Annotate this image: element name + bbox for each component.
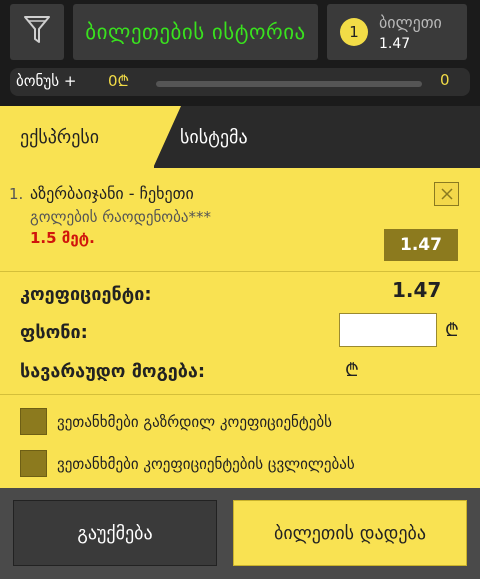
win-currency-icon: ₾ xyxy=(345,360,359,381)
ticket-value: 1.47 xyxy=(379,36,411,52)
divider xyxy=(0,271,480,272)
accept-higher-odds-label: ვეთანხმები გაზრდილ კოეფიციენტებს xyxy=(57,412,332,431)
accept-odds-change-label: ვეთანხმები კოეფიციენტების ცვლილებას xyxy=(57,454,355,473)
stake-currency-icon: ₾ xyxy=(445,320,459,341)
bet-pick: 1.5 მეტ. xyxy=(30,229,95,247)
bonus-label: ბონუს + xyxy=(16,72,77,90)
total-odds-label: კოეფიციენტი: xyxy=(20,284,152,305)
divider xyxy=(0,394,480,395)
ticket-label: ბილეთი xyxy=(379,13,442,32)
bet-market: გოლების რაოდენობა*** xyxy=(30,208,211,226)
bet-type-tabs: ექსპრესი სისტემა xyxy=(0,106,480,168)
bet-number: 1. xyxy=(9,185,24,203)
filter-icon xyxy=(23,14,51,50)
total-odds-value: 1.47 xyxy=(392,278,442,302)
stake-label: ფსონი: xyxy=(20,322,88,343)
accept-higher-odds-checkbox[interactable] xyxy=(20,408,47,435)
close-icon xyxy=(440,185,453,204)
ticket-history-button[interactable]: ბილეთების ისტორია xyxy=(73,4,318,60)
footer-actions: გაუქმება ბილეთის დადება xyxy=(0,488,480,579)
bonus-count: 0 xyxy=(440,71,450,89)
tab-system[interactable]: სისტემა xyxy=(180,106,248,168)
cancel-button[interactable]: გაუქმება xyxy=(13,500,217,566)
place-bet-button[interactable]: ბილეთის დადება xyxy=(233,500,467,566)
remove-bet-button[interactable] xyxy=(434,182,459,206)
accept-higher-odds-option[interactable]: ვეთანხმები გაზრდილ კოეფიციენტებს xyxy=(20,408,332,435)
tab-express[interactable]: ექსპრესი xyxy=(0,106,154,168)
bonus-progress-track xyxy=(156,81,422,87)
accept-odds-change-checkbox[interactable] xyxy=(20,450,47,477)
bet-odds-badge: 1.47 xyxy=(384,229,458,261)
filter-button[interactable] xyxy=(10,4,64,60)
potential-win-label: სავარაუდო მოგება: xyxy=(20,361,206,382)
top-bar: ბილეთების ისტორია 1 ბილეთი 1.47 ბონუს + … xyxy=(0,0,480,104)
accept-odds-change-option[interactable]: ვეთანხმები კოეფიციენტების ცვლილებას xyxy=(20,450,355,477)
ticket-summary[interactable]: 1 ბილეთი 1.47 xyxy=(327,4,467,60)
stake-input[interactable] xyxy=(339,313,437,347)
bonus-bar: ბონუს + 0₾ 0 xyxy=(10,68,470,96)
tab-express-wedge xyxy=(153,106,181,168)
betslip-panel: 1. აზერბაიჯანი - ჩეხეთი გოლების რაოდენობ… xyxy=(0,168,480,488)
bet-match: აზერბაიჯანი - ჩეხეთი xyxy=(30,184,194,203)
ticket-count-badge: 1 xyxy=(340,18,368,46)
bonus-amount: 0₾ xyxy=(108,72,130,90)
